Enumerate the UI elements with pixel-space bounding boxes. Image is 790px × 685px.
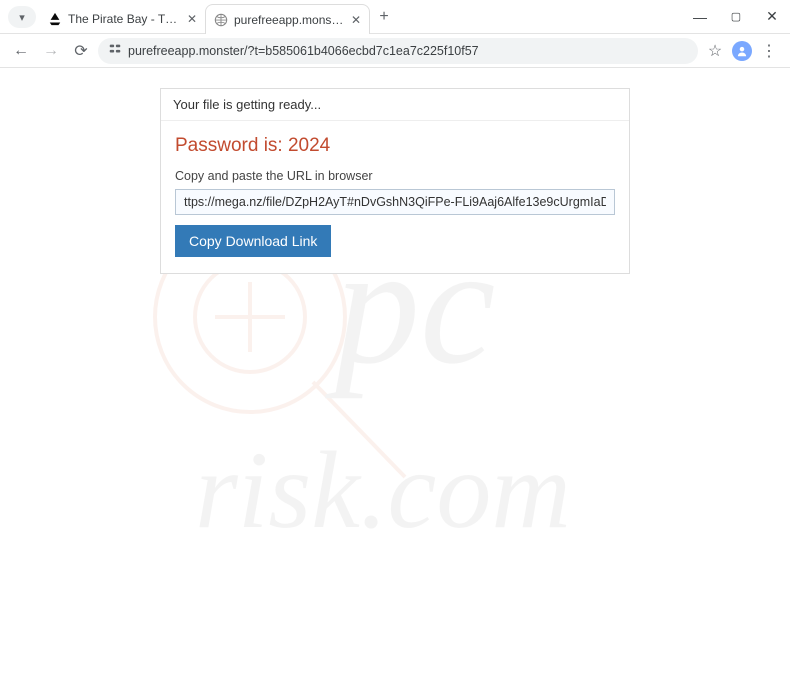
close-icon[interactable]: ✕	[187, 12, 197, 26]
tab-piratebay[interactable]: The Pirate Bay - The galaxy's m ✕	[40, 4, 205, 34]
tab-search-chip[interactable]: ▾	[8, 6, 36, 28]
panel-header: Your file is getting ready...	[161, 89, 629, 121]
ship-icon	[48, 11, 62, 27]
globe-icon	[214, 12, 228, 28]
close-icon[interactable]: ✕	[351, 13, 361, 27]
close-window-button[interactable]: ✕	[754, 0, 790, 34]
menu-button[interactable]: ⋮	[756, 38, 782, 64]
tab-purefreeapp[interactable]: purefreeapp.monster/?t=b585 ✕	[205, 4, 370, 34]
forward-button[interactable]: →	[38, 38, 64, 64]
toolbar: ← → ⟳ purefreeapp.monster/?t=b585061b406…	[0, 34, 790, 68]
tab-title: The Pirate Bay - The galaxy's m	[68, 12, 181, 26]
chevron-down-icon: ▾	[19, 11, 25, 24]
new-tab-button[interactable]: +	[370, 0, 398, 33]
tab-title: purefreeapp.monster/?t=b585	[234, 13, 345, 27]
svg-text:risk.com: risk.com	[195, 429, 571, 551]
instruction-text: Copy and paste the URL in browser	[175, 169, 615, 183]
page-viewport: pc risk.com Your file is getting ready..…	[0, 68, 790, 685]
password-label: Password is: 2024	[175, 135, 615, 157]
titlebar: ▾ The Pirate Bay - The galaxy's m ✕ pure…	[0, 0, 790, 34]
download-url-input[interactable]	[175, 189, 615, 215]
bookmark-button[interactable]: ☆	[702, 38, 728, 64]
address-bar[interactable]: purefreeapp.monster/?t=b585061b4066ecbd7…	[98, 38, 698, 64]
profile-avatar[interactable]	[732, 41, 752, 61]
maximize-button[interactable]: ▢	[718, 0, 754, 34]
site-info-icon[interactable]	[108, 42, 122, 59]
copy-download-link-button[interactable]: Copy Download Link	[175, 225, 331, 257]
browser-window: ▾ The Pirate Bay - The galaxy's m ✕ pure…	[0, 0, 790, 685]
download-panel: Your file is getting ready... Password i…	[160, 88, 630, 274]
back-button[interactable]: ←	[8, 38, 34, 64]
minimize-button[interactable]: —	[682, 0, 718, 34]
url-text: purefreeapp.monster/?t=b585061b4066ecbd7…	[128, 44, 479, 58]
window-controls: — ▢ ✕	[682, 0, 790, 33]
reload-button[interactable]: ⟳	[68, 38, 94, 64]
